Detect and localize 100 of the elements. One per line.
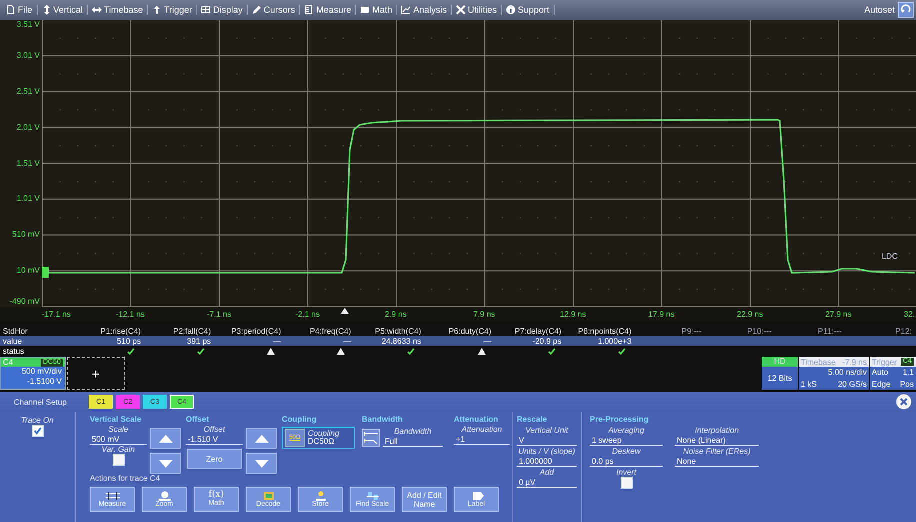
channel-name: C4 [3,358,14,367]
sample-rate: 20 GS/s [838,380,867,389]
panel-title: Channel Setup [13,398,68,406]
rescale-field[interactable]: 0 µV [517,477,577,488]
checkbox[interactable] [32,425,44,437]
action-button[interactable]: Add / Edit Name [402,487,447,512]
field-label: Interpolation [694,426,740,435]
menu-item[interactable]: File [2,5,38,15]
axis-label: 510 mV [12,230,40,240]
autoset-button[interactable]: Autoset [861,5,898,15]
field-label: Attenuation [462,425,502,434]
axis-label: 7.9 ns [474,310,496,319]
acquisition-mode: HD [762,357,798,367]
checkbox[interactable] [112,454,124,466]
axis-label: 12.9 ns [560,310,586,319]
axis-label: 2.01 V [16,122,40,133]
increase-button[interactable] [150,428,181,449]
field-label: Noise Filter (ERes) [683,447,751,456]
parameter-header: P10:--- [746,326,773,336]
field-label: Add [538,468,556,477]
rescale-field[interactable]: V [517,435,577,446]
trigger-type: Edge [872,380,891,389]
menu-item[interactable]: Cursors [248,5,300,15]
parameter-header: P1:rise(C4) [100,326,142,336]
add-trace-button[interactable]: + [67,357,125,390]
scale-value: 500 mV/div [20,367,62,377]
parameter-value: -20.9 ps [532,336,563,346]
zero-button[interactable]: Zero [187,449,242,469]
parameter-header: P5:width(C4) [374,326,422,336]
section-title: Attenuation [454,414,500,425]
menu-item[interactable]: Measure [300,5,356,15]
decrease-button[interactable] [246,453,277,474]
arrow-icon [152,5,162,15]
field-label: Coupling [308,430,340,438]
deskew-field[interactable]: 0.0 ps [590,456,663,467]
parameter-value: 510 ps [116,336,142,346]
axis-label: 3.01 V [16,50,40,61]
descriptor-title: Timebase [801,358,836,366]
corner-label: LDC [882,252,898,261]
axis-label: 32. [904,310,916,319]
menu-item[interactable]: Trigger [148,5,198,15]
axis-label: 27.9 ns [826,310,852,319]
field-label: Var. Gain [102,445,136,454]
axis-label: -17.1 ns [42,310,71,319]
close-icon [896,394,912,410]
field-label: Averaging [608,426,644,435]
trigger-level: 1.1 [902,368,914,378]
function-glyph: f(x) [208,491,224,500]
parameter-value: 391 ps [186,336,212,346]
menu-item[interactable]: Math [356,5,398,15]
parameter-value: 24.8633 ns [380,336,422,346]
decrease-button[interactable] [150,453,181,474]
filter-icon [362,429,380,447]
field-label: Trace On [21,416,54,425]
bandwidth-field[interactable]: Full [383,436,443,447]
parameter-header: P9:--- [680,326,703,336]
channel-marker-icon [42,267,49,278]
averaging-field[interactable]: 1 sweep [590,435,663,446]
pencil-icon [252,5,262,15]
up-triangle-icon [158,434,172,442]
menu-item[interactable]: Utilities [452,5,502,15]
menu-item[interactable]: Timebase [88,5,148,15]
parameter-header: P8:npoints(C4) [577,326,633,336]
undo-button[interactable] [898,2,914,18]
increase-button[interactable] [246,428,277,449]
parameter-header: P4:freq(C4) [308,326,352,336]
axis-label: -7.1 ns [207,310,232,319]
tools-icon [456,5,466,15]
parameter-header: P3:period(C4) [230,326,282,336]
document-icon [6,5,16,15]
section-title: Rescale [517,414,548,425]
field-label: Deskew [612,447,641,456]
axis-label: -490 mV [10,297,40,307]
menu-item[interactable]: Support [502,5,555,15]
trigger-mode: Auto [872,368,888,378]
axis-label: 17.9 ns [648,310,675,319]
close-button[interactable] [896,394,912,410]
attenuation-field[interactable]: +1 [454,434,510,445]
parameter-header: P12: [894,326,913,336]
offset-field[interactable]: -1.510 V [186,434,243,445]
menu-item[interactable]: Analysis [397,5,452,15]
menu-item[interactable]: Vertical [38,5,88,15]
checkbox[interactable] [620,477,632,489]
field-label: Invert [616,468,636,477]
chart-icon [401,5,412,15]
section-title: Vertical Scale [90,414,143,425]
menu-item[interactable]: Display [197,5,248,15]
axis-label: 3.51 V [16,20,40,30]
vertical-arrows-icon [42,5,52,15]
rescale-field[interactable]: 1.000000 [517,456,577,467]
parameter-header: P7:delay(C4) [514,326,563,336]
interpolation-field[interactable]: None (Linear) [675,435,759,446]
scale-field[interactable]: 500 mV [90,434,147,445]
noise-filter-field[interactable]: None [675,456,759,467]
axis-label: 10 mV [16,266,40,276]
acquisition-descriptor[interactable]: HD 12 Bits [762,357,798,390]
axis-label: 2.51 V [16,86,40,97]
parameter-value: — [342,336,352,346]
field-label: Scale [108,425,128,434]
coupling-value: DC50Ω [308,438,334,446]
